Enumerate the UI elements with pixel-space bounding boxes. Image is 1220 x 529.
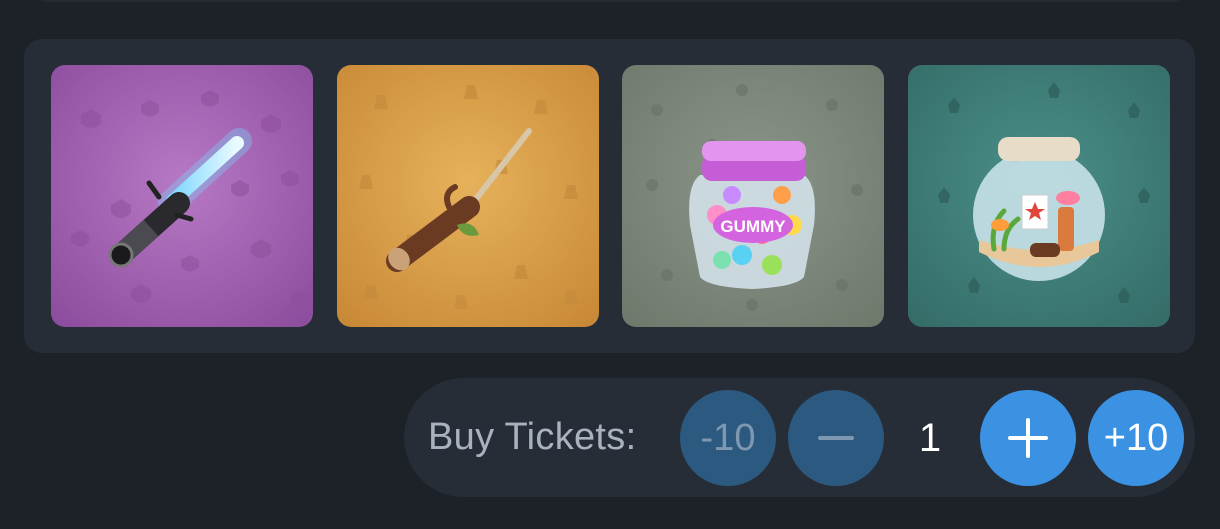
item-tile-stick[interactable] (337, 65, 599, 327)
buy-tickets-label: Buy Tickets: (428, 416, 637, 458)
minus-icon (818, 436, 854, 440)
item-tile-lightsaber[interactable] (51, 65, 313, 327)
decrement-button[interactable] (788, 390, 884, 486)
fishbowl-icon (908, 65, 1170, 327)
gummy-jar-icon: GUMMY (622, 65, 884, 327)
item-tile-gummy-jar[interactable]: GUMMY (622, 65, 884, 327)
plus-icon (1008, 418, 1048, 458)
buy-tickets-bar: Buy Tickets: -10 1 +10 (404, 378, 1195, 497)
prize-items-panel: GUMMY (24, 39, 1195, 353)
increment-button[interactable] (980, 390, 1076, 486)
ticket-quantity: 1 (918, 416, 942, 460)
stick-icon (337, 65, 599, 327)
item-tile-fishbowl[interactable] (908, 65, 1170, 327)
jar-label: GUMMY (720, 217, 786, 236)
minus-10-button[interactable]: -10 (680, 390, 776, 486)
lightsaber-icon (51, 65, 313, 327)
plus-10-button[interactable]: +10 (1088, 390, 1184, 486)
top-panel-edge (30, 0, 1190, 2)
